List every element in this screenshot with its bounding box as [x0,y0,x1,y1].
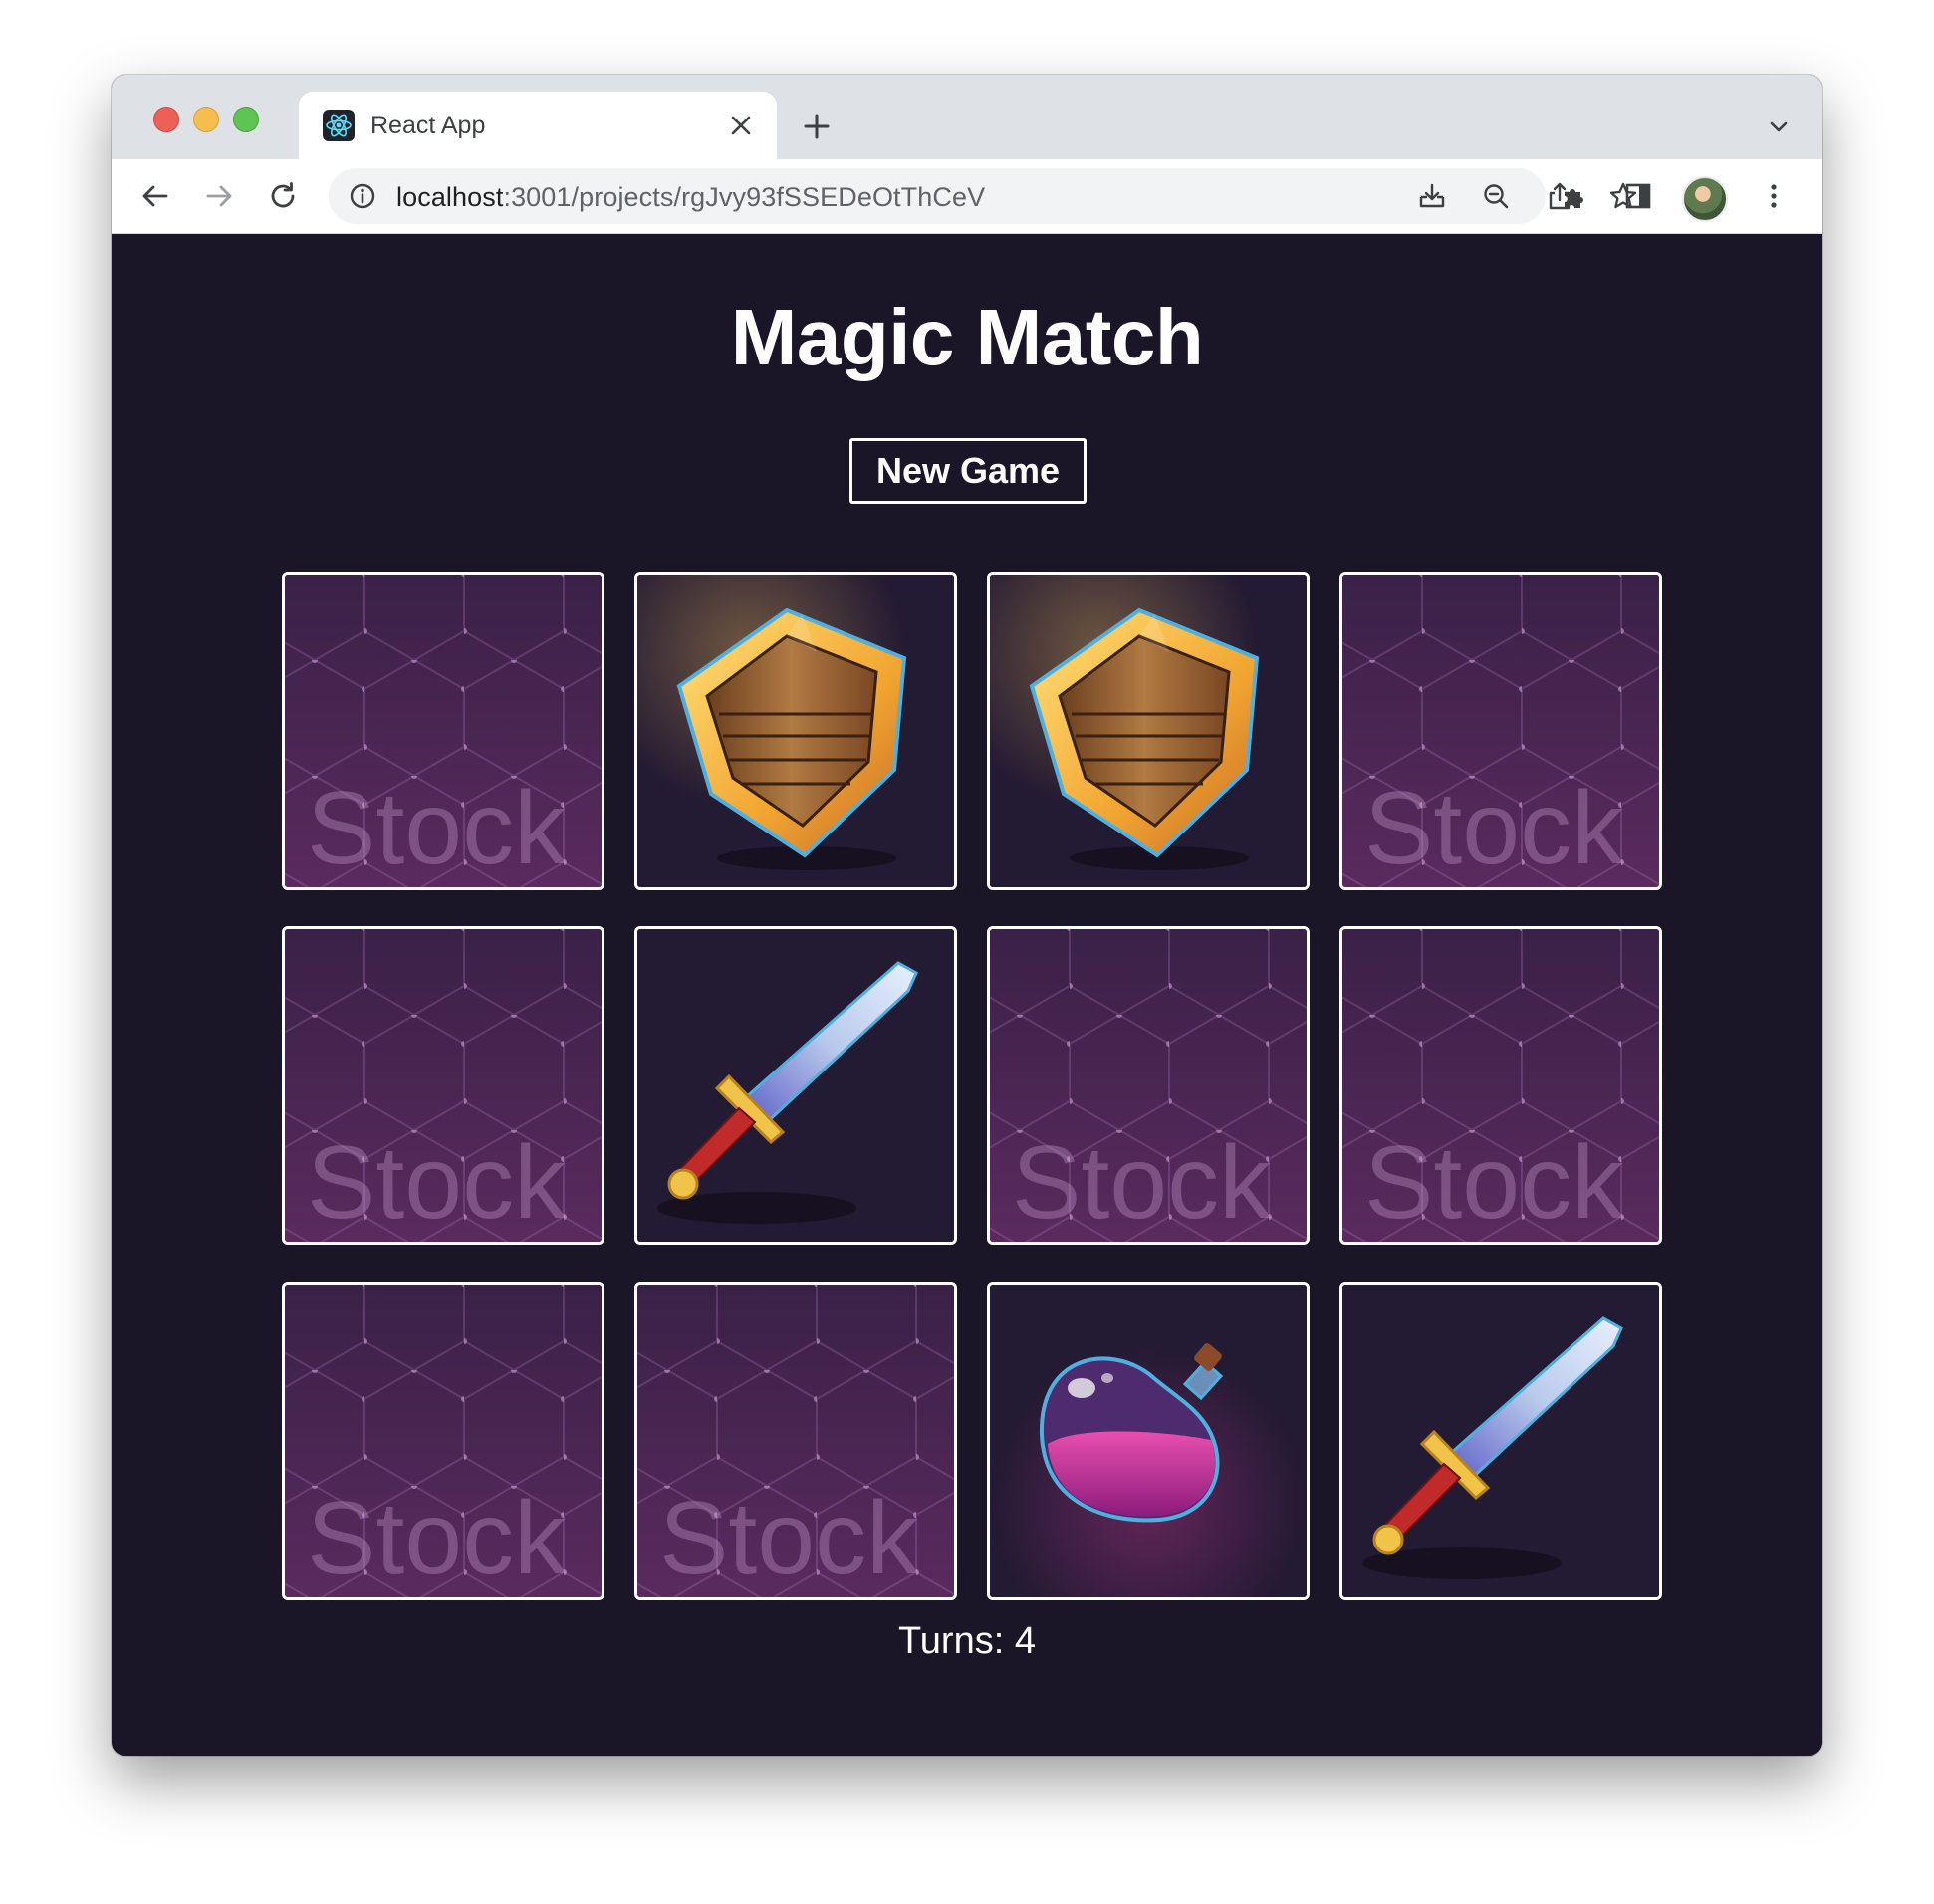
card-back[interactable]: Stock [987,926,1310,1245]
card-sword[interactable] [1339,1282,1662,1600]
svg-text:Stock: Stock [1364,771,1624,886]
install-icon[interactable] [1416,180,1448,212]
svg-text:Stock: Stock [307,771,567,886]
card-back[interactable]: Stock [282,572,604,890]
tab-strip: React App [112,75,1822,159]
turns-counter: Turns: 4 [898,1620,1036,1662]
card-shield[interactable] [634,572,957,890]
back-arrow-icon[interactable] [135,176,175,216]
info-icon[interactable] [349,182,376,210]
avatar[interactable] [1682,176,1728,222]
card-back[interactable]: Stock [1339,572,1662,890]
close-icon[interactable] [723,108,759,143]
card-back-image: Stock [1342,575,1659,887]
side-panel-icon[interactable] [1621,179,1655,213]
card-back[interactable]: Stock [282,926,604,1245]
app-content: Magic Match New Game Stock Stock Stock S… [112,234,1822,1756]
potion-icon [990,1285,1307,1597]
browser-toolbar: localhost:3001/projects/rgJvy93fSSEDeOtT… [112,159,1822,234]
browser-window: React App localhost:3001/projects/rgJvy9… [112,75,1822,1756]
card-sword[interactable] [634,926,957,1245]
puzzle-icon[interactable] [1558,179,1591,213]
card-back-image: Stock [1342,929,1659,1242]
card-back-image: Stock [285,1285,602,1597]
address-bar[interactable]: localhost:3001/projects/rgJvy93fSSEDeOtT… [329,168,1637,224]
svg-text:Stock: Stock [307,1481,567,1596]
card-back[interactable]: Stock [282,1282,604,1600]
minimize-window-button[interactable] [193,107,219,132]
new-game-button[interactable]: New Game [849,438,1087,504]
card-back[interactable]: Stock [1339,926,1662,1245]
zoom-icon[interactable] [1480,180,1512,212]
card-grid: Stock Stock Stock Stock Stock Stock Stoc… [282,572,1662,1612]
kebab-menu-icon[interactable] [1757,179,1791,213]
svg-text:Stock: Stock [659,1481,919,1596]
reload-icon[interactable] [263,176,303,216]
url-path: :3001/projects/rgJvy93fSSEDeOtThCeV [503,182,986,212]
sword-icon [1342,1285,1659,1597]
forward-arrow-icon[interactable] [199,176,239,216]
card-potion[interactable] [987,1282,1310,1600]
url-host: localhost [396,182,504,212]
card-back-image: Stock [285,929,602,1242]
browser-tab[interactable]: React App [299,92,777,159]
react-favicon [323,110,355,141]
card-back-image: Stock [637,1285,954,1597]
plus-icon[interactable] [799,109,835,144]
close-window-button[interactable] [153,107,179,132]
card-shield[interactable] [987,572,1310,890]
shield-icon [990,575,1307,887]
card-back-image: Stock [990,929,1307,1242]
page-title: Magic Match [730,293,1204,381]
svg-text:Stock: Stock [1364,1125,1624,1241]
sword-icon [637,929,954,1242]
chevron-down-icon[interactable] [1763,111,1795,142]
maximize-window-button[interactable] [233,107,259,132]
card-back-image: Stock [285,575,602,887]
svg-text:Stock: Stock [1012,1125,1272,1241]
card-back[interactable]: Stock [634,1282,957,1600]
url-text: localhost:3001/projects/rgJvy93fSSEDeOtT… [396,182,985,213]
tab-title: React App [370,112,486,139]
svg-text:Stock: Stock [307,1125,567,1241]
shield-icon [637,575,954,887]
